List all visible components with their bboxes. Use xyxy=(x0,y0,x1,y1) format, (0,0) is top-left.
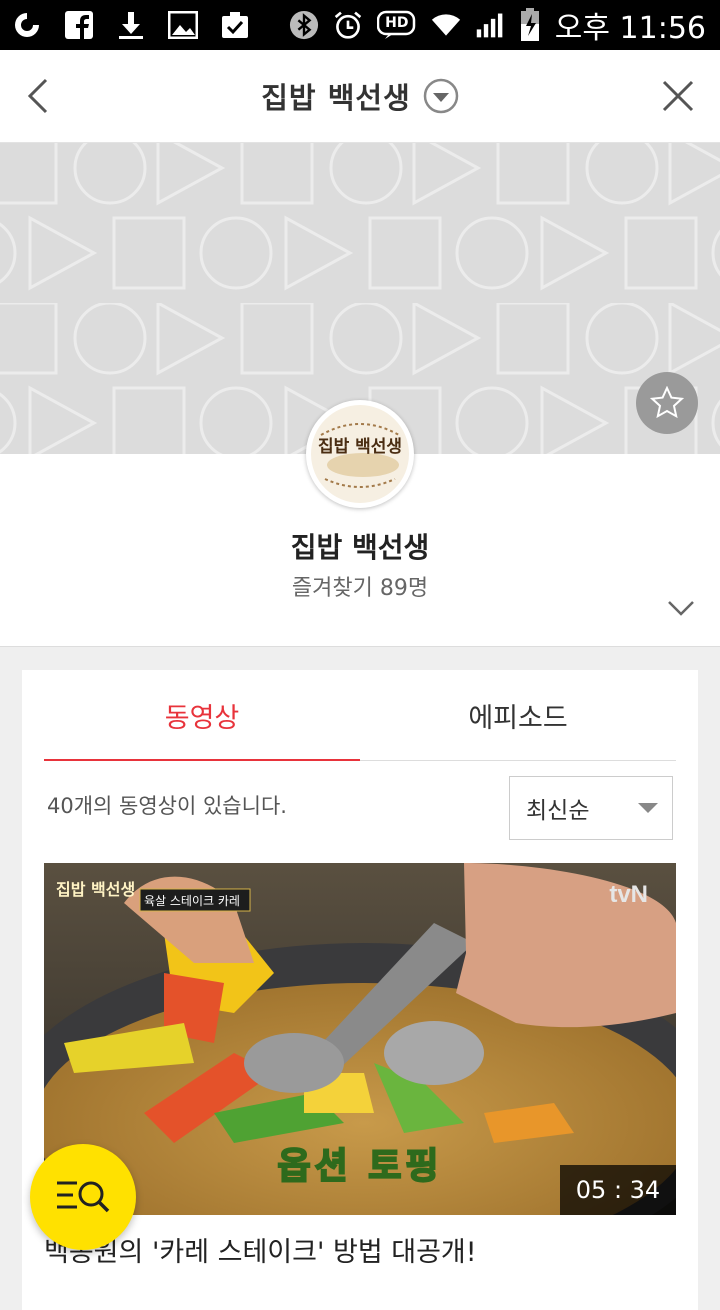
video-count-text: 40개의 동영상이 있습니다. xyxy=(47,794,287,818)
bluetooth-icon xyxy=(289,10,319,40)
tab-videos[interactable]: 동영상 xyxy=(44,670,360,761)
sort-selected-label: 최신순 xyxy=(526,798,590,824)
menu-search-icon xyxy=(57,1181,110,1213)
hd-label: HD xyxy=(385,15,409,31)
download-icon xyxy=(116,10,146,40)
facebook-icon xyxy=(64,10,94,40)
battery-charging-icon xyxy=(519,8,541,41)
program-profile: 집밥 백선생 집밥 백선생 즐겨찾기 89명 xyxy=(0,400,720,647)
thumbnail-tag-text: 육살 스테이크 카레 xyxy=(144,894,240,908)
program-name: 집밥 백선생 xyxy=(290,531,430,564)
program-logo-text: 집밥 백선생 xyxy=(317,437,403,457)
dropdown-circle-icon xyxy=(423,78,459,114)
signal-icon xyxy=(475,10,505,40)
menu-search-fab[interactable] xyxy=(30,1144,136,1250)
thumbnail-logo-text: 집밥 백선생 xyxy=(56,880,136,899)
close-icon xyxy=(662,80,694,112)
program-logo: 집밥 백선생 xyxy=(306,400,414,508)
page-title: 집밥 백선생 xyxy=(261,81,411,115)
favorite-count: 즐겨찾기 89명 xyxy=(291,576,429,601)
video-duration-badge: 05 : 34 xyxy=(560,1165,676,1215)
thumbnail-channel-text: tvN xyxy=(609,881,648,908)
tab-bar: 동영상 에피소드 xyxy=(44,670,676,761)
dropdown-arrow-icon xyxy=(638,803,658,813)
wifi-icon xyxy=(431,10,461,40)
o-app-icon xyxy=(12,10,42,40)
expand-button[interactable] xyxy=(666,598,696,618)
header-title-dropdown[interactable]: 집밥 백선생 xyxy=(0,50,720,142)
status-time: 오후 11:56 xyxy=(554,11,706,46)
chevron-down-icon xyxy=(668,601,694,616)
sort-select[interactable]: 최신순 xyxy=(509,776,673,840)
hd-icon: HD xyxy=(376,10,417,40)
status-bar: HD 오후 11:56 xyxy=(0,0,720,50)
video-thumbnail[interactable]: 집밥 백선생 육살 스테이크 카레 tvN 옵션 토핑 05 : 34 xyxy=(44,863,676,1215)
favorite-button[interactable] xyxy=(636,372,698,434)
star-icon xyxy=(650,386,684,419)
app-bar: 집밥 백선생 xyxy=(0,50,720,143)
clipboard-check-icon xyxy=(220,10,250,40)
tab-episodes[interactable]: 에피소드 xyxy=(360,670,676,760)
gallery-icon xyxy=(168,10,198,40)
alarm-icon xyxy=(333,10,363,40)
close-button[interactable] xyxy=(658,76,698,116)
